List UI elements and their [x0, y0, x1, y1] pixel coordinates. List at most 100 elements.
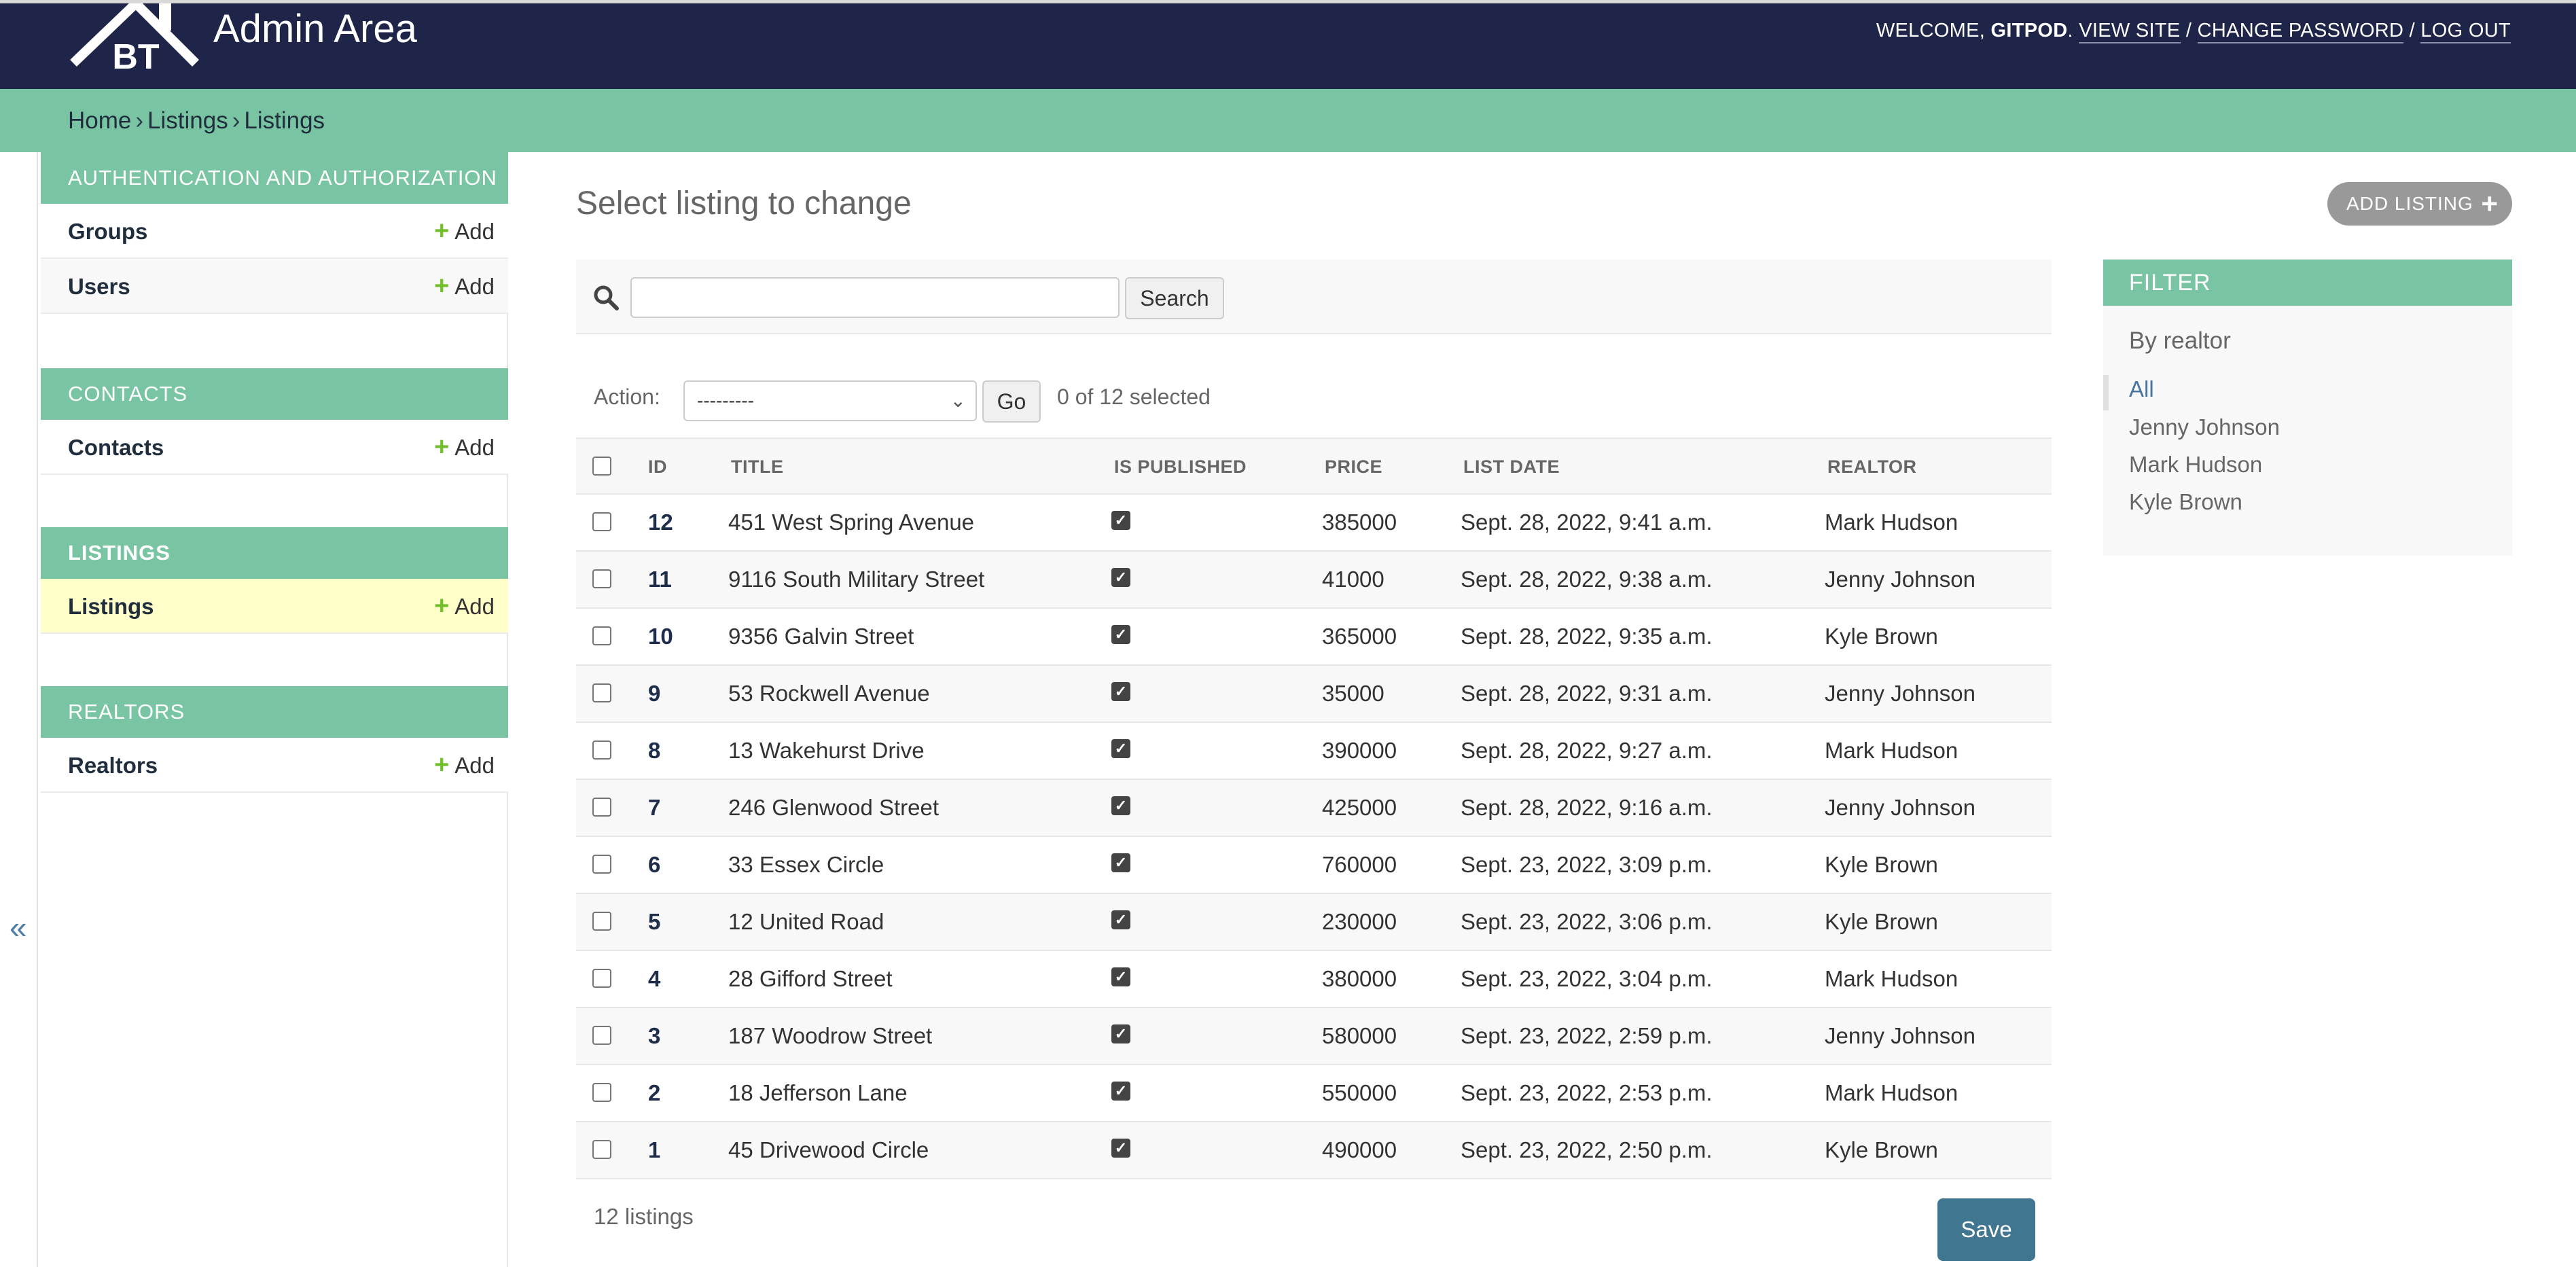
- user-tools: WELCOME, GITPOD. VIEW SITE / CHANGE PASS…: [1876, 20, 2511, 43]
- row-list-date: Sept. 23, 2022, 2:53 p.m.: [1461, 1080, 1713, 1105]
- add-realtor-button[interactable]: + Add: [434, 738, 495, 793]
- row-select-checkbox[interactable]: [592, 569, 611, 588]
- published-check-icon: ✓: [1111, 796, 1130, 815]
- table-body: 12 451 West Spring Avenue 385000 Sept. 28, …: [576, 495, 2052, 1179]
- row-select-checkbox[interactable]: [592, 626, 611, 645]
- sidebar-item-listings[interactable]: Listings + Add: [41, 579, 508, 634]
- sidebar-item-label[interactable]: Listings: [68, 579, 154, 634]
- column-header-price[interactable]: PRICE: [1325, 439, 1382, 495]
- add-listing-sidebar-button[interactable]: + Add: [434, 579, 495, 634]
- module-caption[interactable]: LISTINGS: [41, 527, 508, 579]
- row-id-link[interactable]: 6: [648, 837, 660, 893]
- row-id-link[interactable]: 1: [648, 1122, 660, 1178]
- add-icon: +: [434, 272, 450, 300]
- add-icon: +: [434, 433, 450, 461]
- row-select-checkbox[interactable]: [592, 512, 611, 531]
- search-input[interactable]: [630, 277, 1120, 318]
- plus-icon: +: [2481, 188, 2499, 219]
- row-select-checkbox[interactable]: [592, 798, 611, 817]
- row-select-checkbox[interactable]: [592, 1140, 611, 1159]
- row-id-link[interactable]: 12: [648, 495, 673, 550]
- add-listing-button[interactable]: ADD LISTING +: [2327, 182, 2512, 226]
- select-all-checkbox[interactable]: [592, 457, 611, 476]
- row-id-link[interactable]: 7: [648, 780, 660, 836]
- sidebar-item-groups[interactable]: Groups + Add: [41, 204, 508, 259]
- sidebar-item-label[interactable]: Groups: [68, 204, 147, 259]
- collapse-icon[interactable]: «: [10, 909, 27, 946]
- row-list-date: Sept. 23, 2022, 3:09 p.m.: [1461, 852, 1713, 877]
- log-out-link[interactable]: LOG OUT: [2420, 20, 2511, 43]
- nav-sidebar-toggle[interactable]: «: [0, 152, 38, 1267]
- site-title[interactable]: Admin Area: [213, 6, 417, 52]
- row-realtor: Kyle Brown: [1825, 852, 1938, 877]
- actions-bar: Action: --------- ⌄ Go 0 of 12 selected: [576, 364, 2052, 435]
- row-id-link[interactable]: 8: [648, 723, 660, 779]
- row-id-link[interactable]: 3: [648, 1008, 660, 1064]
- table-row: 1 45 Drivewood Circle 490000 Sept. 23, 2022…: [576, 1122, 2052, 1179]
- search-button[interactable]: Search: [1125, 277, 1224, 319]
- row-realtor: Kyle Brown: [1825, 909, 1938, 934]
- sidebar-item-realtors[interactable]: Realtors + Add: [41, 738, 508, 793]
- row-realtor: Jenny Johnson: [1825, 567, 1975, 592]
- sidebar-item-label[interactable]: Realtors: [68, 738, 158, 793]
- row-id-link[interactable]: 5: [648, 894, 660, 950]
- row-select-checkbox[interactable]: [592, 855, 611, 874]
- published-check-icon: ✓: [1111, 853, 1130, 872]
- row-list-date: Sept. 28, 2022, 9:35 a.m.: [1461, 624, 1713, 649]
- module-auth: AUTHENTICATION AND AUTHORIZATION Groups …: [41, 152, 508, 314]
- column-header-list-date[interactable]: LIST DATE: [1463, 439, 1560, 495]
- action-select[interactable]: --------- ⌄: [683, 380, 977, 421]
- row-price: 390000: [1322, 738, 1397, 763]
- column-header-realtor[interactable]: REALTOR: [1827, 439, 1917, 495]
- brand-logo-icon[interactable]: BT: [68, 3, 204, 73]
- table-row: 7 246 Glenwood Street 425000 Sept. 28, 2022…: [576, 780, 2052, 837]
- breadcrumb-app[interactable]: Listings: [147, 107, 228, 134]
- module-caption[interactable]: CONTACTS: [41, 368, 508, 420]
- row-realtor: Mark Hudson: [1825, 510, 1958, 535]
- sidebar-item-label[interactable]: Contacts: [68, 420, 164, 475]
- breadcrumb-home[interactable]: Home: [68, 107, 131, 134]
- row-id-link[interactable]: 4: [648, 951, 660, 1007]
- module-caption[interactable]: REALTORS: [41, 686, 508, 738]
- add-group-button[interactable]: + Add: [434, 204, 495, 259]
- module-caption[interactable]: AUTHENTICATION AND AUTHORIZATION: [41, 152, 508, 204]
- welcome-prefix: WELCOME,: [1876, 20, 1991, 41]
- change-password-link[interactable]: CHANGE PASSWORD: [2197, 20, 2404, 43]
- filter-option-jenny-johnson[interactable]: Jenny Johnson: [2129, 414, 2280, 440]
- row-select-checkbox[interactable]: [592, 683, 611, 702]
- column-header-id[interactable]: ID: [648, 439, 667, 495]
- row-id-link[interactable]: 11: [648, 552, 672, 607]
- row-select-checkbox[interactable]: [592, 1083, 611, 1102]
- module-realtors: REALTORS Realtors + Add: [41, 686, 508, 793]
- row-id-link[interactable]: 9: [648, 666, 660, 721]
- sidebar-item-contacts[interactable]: Contacts + Add: [41, 420, 508, 475]
- view-site-link[interactable]: VIEW SITE: [2079, 20, 2181, 43]
- filter-option-mark-hudson[interactable]: Mark Hudson: [2129, 452, 2262, 478]
- add-label: Add: [454, 274, 495, 299]
- save-button[interactable]: Save: [1937, 1198, 2035, 1261]
- row-id-link[interactable]: 2: [648, 1065, 660, 1121]
- table-row: 3 187 Woodrow Street 580000 Sept. 23, 2022,…: [576, 1008, 2052, 1065]
- row-price: 425000: [1322, 795, 1397, 820]
- row-select-checkbox[interactable]: [592, 912, 611, 931]
- add-user-button[interactable]: + Add: [434, 259, 495, 314]
- row-select-checkbox[interactable]: [592, 1026, 611, 1045]
- paginator: 12 listings: [594, 1204, 694, 1229]
- welcome-suffix: .: [2067, 20, 2073, 41]
- published-check-icon: ✓: [1111, 910, 1130, 929]
- row-select-checkbox[interactable]: [592, 969, 611, 988]
- row-select-checkbox[interactable]: [592, 740, 611, 760]
- row-id-link[interactable]: 10: [648, 609, 673, 664]
- sidebar-item-users[interactable]: Users + Add: [41, 259, 508, 314]
- sidebar-item-label[interactable]: Users: [68, 259, 130, 314]
- table-row: 5 12 United Road 230000 Sept. 23, 2022, 3:0…: [576, 894, 2052, 951]
- add-contact-button[interactable]: + Add: [434, 420, 495, 475]
- column-header-title[interactable]: TITLE: [731, 439, 784, 495]
- go-button[interactable]: Go: [982, 380, 1041, 423]
- column-header-is-published[interactable]: IS PUBLISHED: [1114, 439, 1247, 495]
- filter-option-all[interactable]: All: [2129, 376, 2154, 402]
- row-price: 490000: [1322, 1137, 1397, 1162]
- filter-panel: FILTER By realtor All Jenny Johnson Mark…: [2103, 260, 2512, 556]
- filter-option-kyle-brown[interactable]: Kyle Brown: [2129, 489, 2242, 515]
- table-row: 8 13 Wakehurst Drive 390000 Sept. 28, 2022,…: [576, 723, 2052, 780]
